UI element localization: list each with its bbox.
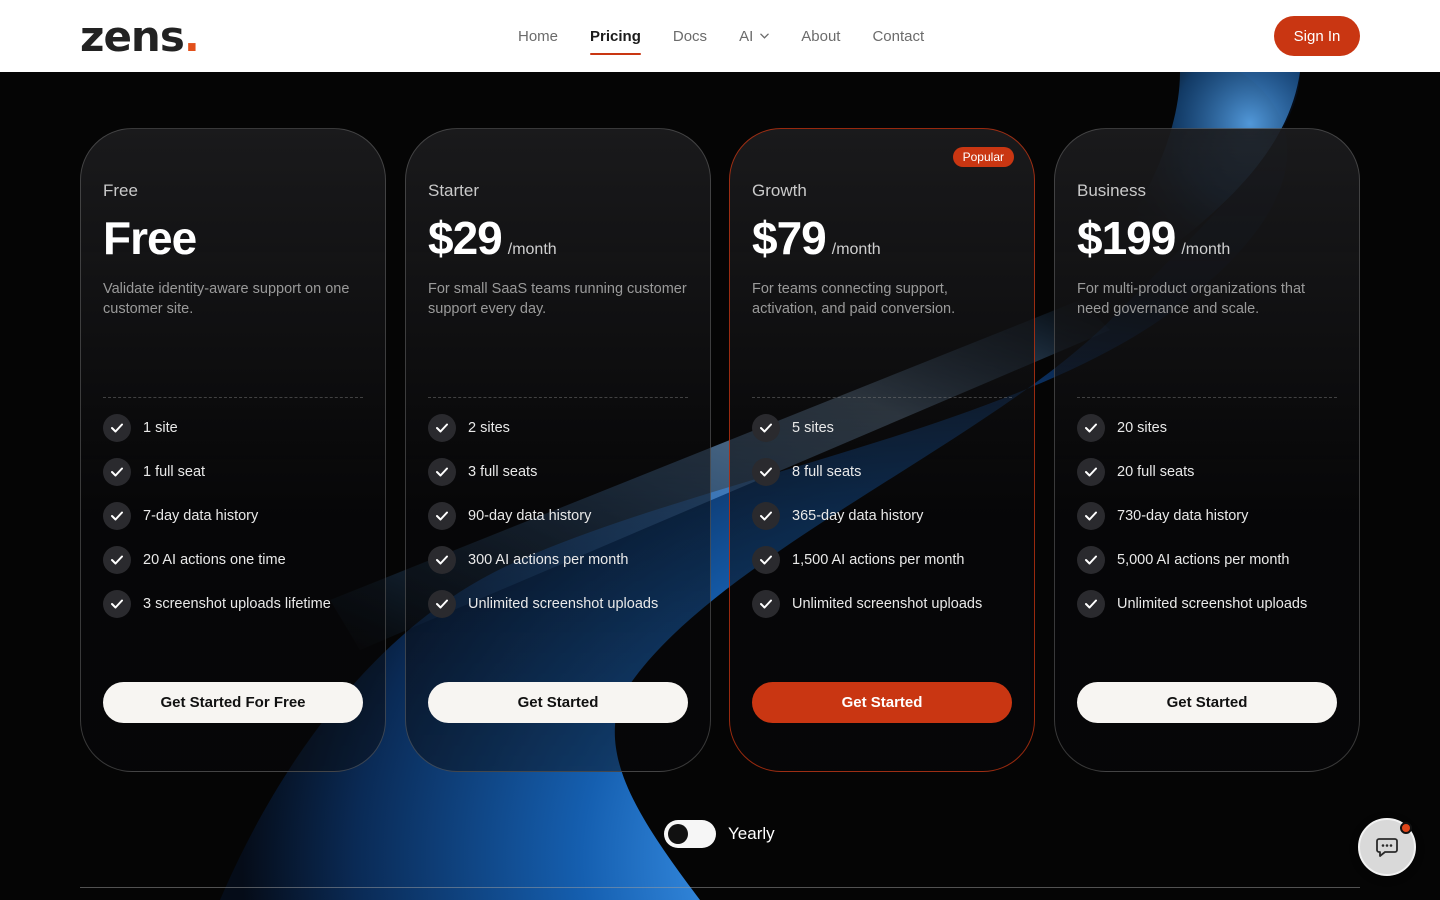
check-icon: [428, 546, 456, 574]
feature-item: Unlimited screenshot uploads: [428, 590, 658, 618]
divider: [428, 397, 688, 398]
price-period: /month: [1181, 241, 1231, 258]
check-icon: [1077, 502, 1105, 530]
yearly-billing-toggle[interactable]: [664, 820, 716, 848]
yearly-toggle-label: Yearly: [728, 824, 775, 843]
feature-item: 8 full seats: [752, 458, 982, 486]
check-icon: [1077, 546, 1105, 574]
feature-item: 2 sites: [428, 414, 658, 442]
nav-item-docs[interactable]: Docs: [673, 0, 707, 72]
feature-item: 300 AI actions per month: [428, 546, 658, 574]
divider: [103, 397, 363, 398]
feature-item: 1 site: [103, 414, 331, 442]
feature-item: 7-day data history: [103, 502, 331, 530]
price-period: /month: [507, 241, 557, 258]
check-icon: [1077, 458, 1105, 486]
divider: [1077, 397, 1337, 398]
plan-price: $79: [752, 212, 827, 264]
chevron-down-icon: [760, 33, 770, 39]
chat-bubble-icon: [1376, 838, 1398, 857]
feature-item: 365-day data history: [752, 502, 982, 530]
check-icon: [428, 458, 456, 486]
feature-list: 2 sites 3 full seats 90-day data history…: [428, 414, 658, 634]
check-icon: [752, 458, 780, 486]
price-row: $199 /month: [1077, 211, 1230, 265]
feature-item: 5 sites: [752, 414, 982, 442]
check-icon: [428, 502, 456, 530]
check-icon: [428, 590, 456, 618]
plan-card-business: Business $199 /month For multi-product o…: [1054, 128, 1360, 772]
feature-item: 20 AI actions one time: [103, 546, 331, 574]
check-icon: [103, 502, 131, 530]
nav-item-home[interactable]: Home: [518, 0, 558, 72]
plan-description: For multi-product organizations that nee…: [1077, 281, 1306, 317]
feature-item: 3 screenshot uploads lifetime: [103, 590, 331, 618]
price-period: /month: [831, 241, 881, 258]
sign-in-button[interactable]: Sign In: [1274, 16, 1360, 56]
nav-item-ai[interactable]: AI: [739, 0, 770, 72]
get-started-growth-button[interactable]: Get Started: [752, 682, 1012, 723]
check-icon: [103, 458, 131, 486]
plan-name: Growth: [752, 181, 807, 200]
notification-dot: [1400, 822, 1412, 834]
feature-item: 5,000 AI actions per month: [1077, 546, 1307, 574]
feature-item: 90-day data history: [428, 502, 658, 530]
check-icon: [752, 590, 780, 618]
plan-price: $199: [1077, 212, 1176, 264]
check-icon: [103, 414, 131, 442]
feature-item: 730-day data history: [1077, 502, 1307, 530]
chat-launcher-button[interactable]: [1358, 818, 1416, 876]
plan-card-growth: Popular Growth $79 /month For teams conn…: [729, 128, 1035, 772]
get-started-starter-button[interactable]: Get Started: [428, 682, 688, 723]
plan-description: For teams connecting support, activation…: [752, 281, 956, 317]
top-navigation-bar: zens. Home Pricing Docs AI About Contact…: [0, 0, 1440, 72]
check-icon: [752, 546, 780, 574]
main-nav: Home Pricing Docs AI About Contact: [518, 0, 956, 72]
check-icon: [752, 502, 780, 530]
plan-price: Free: [103, 212, 197, 264]
plan-card-starter: Starter $29 /month For small SaaS teams …: [405, 128, 711, 772]
plan-name: Business: [1077, 181, 1146, 200]
popular-badge: Popular: [952, 147, 1014, 167]
check-icon: [752, 414, 780, 442]
price-row: $29 /month: [428, 211, 557, 265]
nav-item-about[interactable]: About: [801, 0, 840, 72]
check-icon: [1077, 590, 1105, 618]
nav-item-pricing[interactable]: Pricing: [590, 0, 641, 72]
divider: [752, 397, 1012, 398]
price-row: Free: [103, 211, 197, 265]
feature-item: 1,500 AI actions per month: [752, 546, 982, 574]
nav-item-contact[interactable]: Contact: [872, 0, 924, 72]
plan-name: Free: [103, 181, 138, 200]
feature-list: 20 sites 20 full seats 730-day data hist…: [1077, 414, 1307, 634]
plan-description: Validate identity-aware support on one c…: [103, 281, 350, 317]
check-icon: [103, 546, 131, 574]
plan-description: For small SaaS teams running customer su…: [428, 281, 687, 317]
plan-name: Starter: [428, 181, 480, 200]
feature-item: 1 full seat: [103, 458, 331, 486]
get-started-business-button[interactable]: Get Started: [1077, 682, 1337, 723]
section-divider: [80, 887, 1360, 888]
feature-list: 1 site 1 full seat 7-day data history 20…: [103, 414, 331, 634]
feature-item: Unlimited screenshot uploads: [1077, 590, 1307, 618]
feature-item: 20 full seats: [1077, 458, 1307, 486]
brand-logo[interactable]: zens.: [80, 12, 200, 61]
feature-item: 20 sites: [1077, 414, 1307, 442]
get-started-free-button[interactable]: Get Started For Free: [103, 682, 363, 723]
check-icon: [1077, 414, 1105, 442]
toggle-knob: [668, 824, 688, 844]
price-row: $79 /month: [752, 211, 881, 265]
check-icon: [428, 414, 456, 442]
check-icon: [103, 590, 131, 618]
feature-item: 3 full seats: [428, 458, 658, 486]
feature-item: Unlimited screenshot uploads: [752, 590, 982, 618]
feature-list: 5 sites 8 full seats 365-day data histor…: [752, 414, 982, 634]
plan-price: $29: [428, 212, 503, 264]
plan-card-free: Free Free Validate identity-aware suppor…: [80, 128, 386, 772]
